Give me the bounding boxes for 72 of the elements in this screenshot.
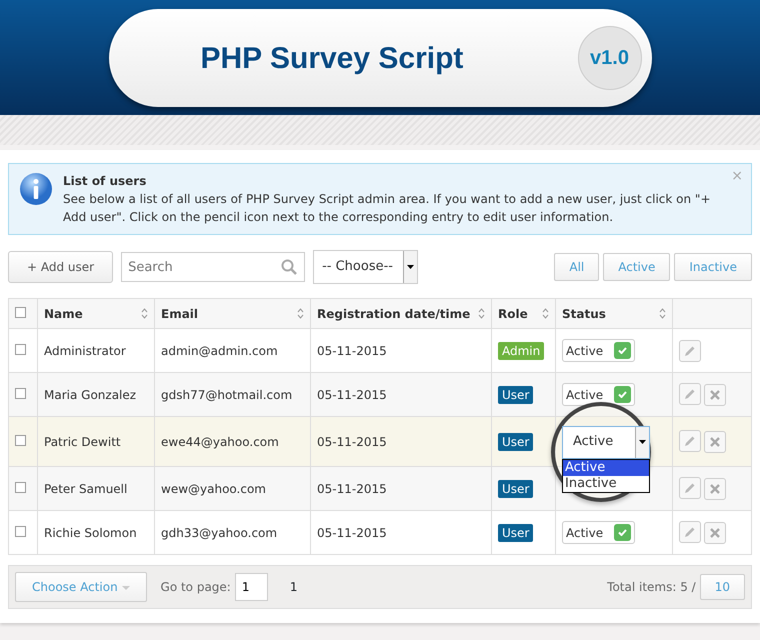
checkbox[interactable]	[15, 482, 26, 492]
notice-text: See below a list of all users of PHP Survey Script admin area. If you want to add a new user, just click on "+ Add user". Click on the pencil icon next to the corresponding entry to edit user information.	[63, 191, 712, 226]
edit-button[interactable]	[679, 430, 701, 452]
dropdown-option[interactable]: Active	[563, 460, 649, 476]
sort-icon[interactable]	[659, 308, 666, 319]
column-header: Name	[44, 306, 83, 322]
column-header: Status	[562, 306, 606, 322]
page-input[interactable]: 1	[234, 573, 268, 601]
search-icon	[281, 259, 298, 275]
info-icon	[19, 172, 53, 206]
delete-icon	[710, 390, 720, 400]
caret-icon	[122, 586, 130, 590]
column-header: Email	[161, 306, 198, 322]
status-toggle[interactable]: Active	[562, 521, 635, 544]
name-cell: Patric Dewitt	[38, 416, 154, 466]
delete-icon	[710, 528, 720, 538]
add-user-button[interactable]: + Add user	[8, 251, 114, 283]
date-cell: 05-11-2015	[310, 466, 492, 510]
status-toggle[interactable]: Active	[562, 339, 635, 362]
sort-icon[interactable]	[478, 308, 485, 319]
role-badge: User	[498, 432, 534, 450]
pencil-icon	[684, 482, 696, 494]
checkbox[interactable]	[15, 526, 26, 536]
role-badge: User	[498, 386, 534, 404]
role-badge: User	[498, 480, 534, 498]
role-badge: User	[498, 524, 534, 542]
status-dropdown[interactable]: Active	[562, 426, 650, 458]
delete-icon	[710, 437, 720, 447]
delete-button[interactable]	[704, 384, 726, 406]
version-badge: v1.0	[578, 26, 642, 90]
email-cell: ewe44@yahoo.com	[154, 416, 310, 466]
edit-button[interactable]	[679, 383, 701, 405]
date-cell: 05-11-2015	[310, 416, 492, 466]
email-cell: gdsh77@hotmail.com	[154, 372, 310, 416]
caret-icon	[639, 440, 646, 444]
sort-icon[interactable]	[297, 308, 304, 319]
email-cell: gdh33@yahoo.com	[154, 510, 310, 554]
page-link[interactable]: 1	[290, 578, 298, 596]
column-header: Role	[498, 306, 528, 322]
pencil-icon	[684, 526, 696, 538]
notice-title: List of users	[63, 173, 146, 190]
role-badge: Admin	[498, 342, 544, 360]
email-cell: wew@yahoo.com	[154, 466, 310, 510]
sort-icon[interactable]	[141, 308, 148, 319]
delete-button[interactable]	[704, 431, 726, 453]
checkbox[interactable]	[15, 434, 26, 446]
goto-label: Go to page:	[160, 579, 231, 596]
checkbox[interactable]	[15, 344, 26, 354]
status-toggle[interactable]: Active	[562, 383, 635, 406]
edit-button[interactable]	[679, 477, 701, 499]
name-cell: Peter Samuell	[38, 466, 154, 510]
pencil-icon	[684, 435, 696, 447]
edit-button[interactable]	[679, 521, 701, 543]
checkbox[interactable]	[15, 306, 26, 318]
delete-button[interactable]	[704, 522, 726, 544]
caret-icon	[406, 265, 414, 269]
choose-dropdown[interactable]: -- Choose--	[313, 250, 418, 284]
column-header: Registration date/time	[317, 306, 470, 322]
sort-icon[interactable]	[542, 308, 549, 319]
delete-icon	[710, 484, 720, 494]
date-cell: 05-11-2015	[310, 510, 492, 554]
pencil-icon	[684, 344, 696, 356]
app-title: PHP Survey Script	[200, 40, 464, 76]
search-field[interactable]: Search	[121, 252, 306, 282]
pencil-icon	[684, 388, 696, 400]
name-cell: Richie Solomon	[38, 510, 154, 554]
checkbox[interactable]	[15, 388, 26, 398]
date-cell: 05-11-2015	[310, 372, 492, 416]
name-cell: Maria Gonzalez	[38, 372, 154, 416]
delete-button[interactable]	[704, 478, 726, 500]
total-items-label: Total items: 5 /	[607, 579, 696, 596]
edit-button[interactable]	[679, 340, 701, 362]
